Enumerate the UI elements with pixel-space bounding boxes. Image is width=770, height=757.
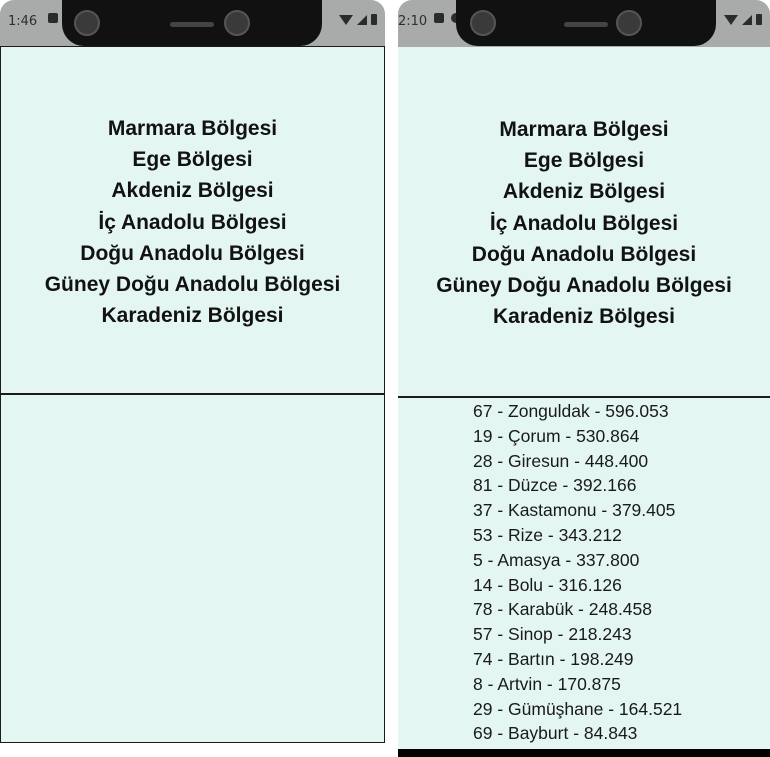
region-item[interactable]: Güney Doğu Anadolu Bölgesi xyxy=(398,270,770,301)
region-item[interactable]: Akdeniz Bölgesi xyxy=(1,175,384,206)
city-item[interactable]: 74 - Bartın - 198.249 xyxy=(473,647,682,672)
divider xyxy=(1,393,384,395)
camera-notch xyxy=(456,0,716,46)
region-item[interactable]: İç Anadolu Bölgesi xyxy=(398,208,770,239)
camera-notch xyxy=(62,0,322,46)
city-item[interactable]: 28 - Giresun - 448.400 xyxy=(473,449,682,474)
city-item[interactable]: 57 - Sinop - 218.243 xyxy=(473,622,682,647)
region-item[interactable]: Ege Bölgesi xyxy=(1,144,384,175)
speaker-grille xyxy=(564,22,608,27)
city-item[interactable]: 8 - Artvin - 170.875 xyxy=(473,672,682,697)
front-camera-icon xyxy=(616,10,642,36)
app-body: Marmara Bölgesi Ege Bölgesi Akdeniz Bölges… xyxy=(0,46,385,743)
region-list: Marmara Bölgesi Ege Bölgesi Akdeniz Bölges… xyxy=(1,113,384,331)
status-time: 2:10 xyxy=(398,14,428,29)
wifi-icon xyxy=(339,14,353,25)
region-item[interactable]: Güney Doğu Anadolu Bölgesi xyxy=(1,269,384,300)
region-item[interactable]: Ege Bölgesi xyxy=(398,145,770,176)
battery-icon xyxy=(756,14,762,25)
city-item[interactable]: 14 - Bolu - 316.126 xyxy=(473,573,682,598)
system-status-icons xyxy=(339,14,377,25)
region-item[interactable]: Karadeniz Bölgesi xyxy=(398,301,770,332)
city-item[interactable]: 19 - Çorum - 530.864 xyxy=(473,424,682,449)
city-item[interactable]: 29 - Gümüşhane - 164.521 xyxy=(473,697,682,722)
region-item[interactable]: Doğu Anadolu Bölgesi xyxy=(1,238,384,269)
speaker-grille xyxy=(170,22,214,27)
status-time: 1:46 xyxy=(8,14,38,29)
city-item[interactable]: 53 - Rize - 343.212 xyxy=(473,523,682,548)
region-item[interactable]: Marmara Bölgesi xyxy=(398,114,770,145)
wifi-icon xyxy=(724,14,738,25)
city-item[interactable]: 67 - Zonguldak - 596.053 xyxy=(473,399,682,424)
signal-icon xyxy=(742,14,752,25)
notification-icon xyxy=(48,13,58,23)
navigation-bar xyxy=(398,749,770,757)
city-item[interactable]: 37 - Kastamonu - 379.405 xyxy=(473,498,682,523)
notification-icon xyxy=(434,13,444,23)
front-camera-icon xyxy=(74,10,100,36)
region-item[interactable]: Akdeniz Bölgesi xyxy=(398,176,770,207)
divider xyxy=(398,396,770,398)
region-item[interactable]: Doğu Anadolu Bölgesi xyxy=(398,239,770,270)
city-list: 67 - Zonguldak - 596.053 19 - Çorum - 530… xyxy=(473,399,682,746)
region-item[interactable]: İç Anadolu Bölgesi xyxy=(1,207,384,238)
left-phone-screen: 1:46 Marmara Bölgesi Ege Bölgesi Akdeniz B… xyxy=(0,0,385,743)
status-bar: 1:46 xyxy=(0,0,385,46)
signal-icon xyxy=(357,14,367,25)
city-item[interactable]: 81 - Düzce - 392.166 xyxy=(473,473,682,498)
city-item[interactable]: 69 - Bayburt - 84.843 xyxy=(473,721,682,746)
region-item[interactable]: Marmara Bölgesi xyxy=(1,113,384,144)
status-bar: 2:10 xyxy=(398,0,770,47)
city-item[interactable]: 5 - Amasya - 337.800 xyxy=(473,548,682,573)
system-status-icons xyxy=(724,14,762,25)
front-camera-icon xyxy=(224,10,250,36)
region-item[interactable]: Karadeniz Bölgesi xyxy=(1,300,384,331)
city-item[interactable]: 78 - Karabük - 248.458 xyxy=(473,597,682,622)
battery-icon xyxy=(371,14,377,25)
front-camera-icon xyxy=(470,10,496,36)
region-list: Marmara Bölgesi Ege Bölgesi Akdeniz Bölges… xyxy=(398,114,770,332)
right-phone-screen: 2:10 Marmara Bölgesi Ege Bölgesi Akdeniz B… xyxy=(398,0,770,757)
app-body: Marmara Bölgesi Ege Bölgesi Akdeniz Bölges… xyxy=(398,47,770,749)
